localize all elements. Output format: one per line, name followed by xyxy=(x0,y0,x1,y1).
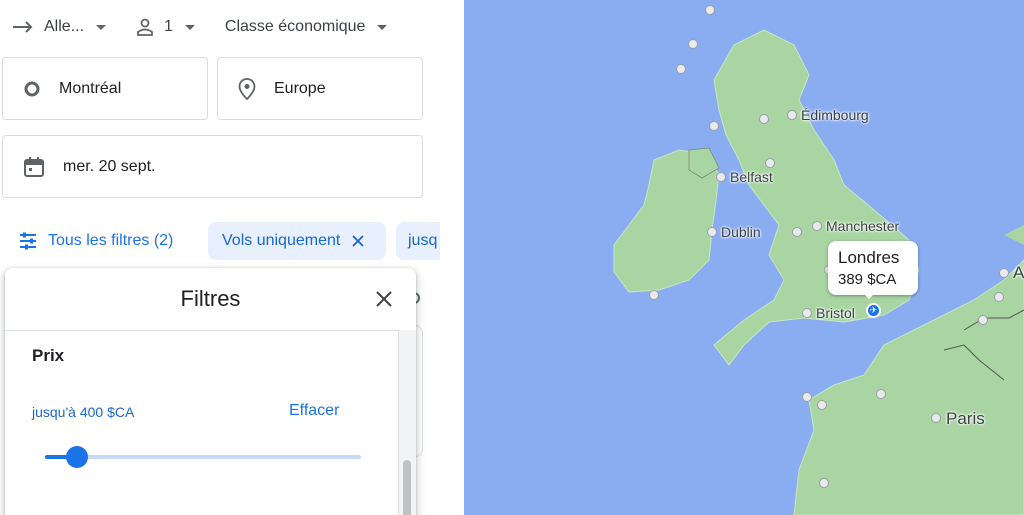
map-dot[interactable] xyxy=(994,292,1004,302)
city-dot-belfast[interactable] xyxy=(716,172,726,182)
map-dot[interactable] xyxy=(676,64,686,74)
passengers-count: 1 xyxy=(164,18,173,35)
city-label-manchester[interactable]: Manchester xyxy=(826,218,899,234)
close-icon[interactable] xyxy=(352,235,364,247)
price-bubble-london[interactable]: Londres 389 $CA xyxy=(828,241,918,295)
chip-price[interactable]: jusq xyxy=(396,222,440,260)
city-label-belfast[interactable]: Belfast xyxy=(730,169,773,185)
map-dot[interactable] xyxy=(792,227,802,237)
map-dot[interactable] xyxy=(705,5,715,15)
cabin-class-label: Classe économique xyxy=(224,18,366,35)
trip-type-select[interactable]: Alle... xyxy=(12,18,107,36)
map[interactable]: Édimbourg Belfast Dublin Manchester Bris… xyxy=(464,0,1024,515)
tune-icon xyxy=(18,232,38,250)
all-filters-button[interactable]: Tous les filtres (2) xyxy=(18,222,173,260)
chevron-down-icon xyxy=(184,24,195,30)
city-dot-manchester[interactable] xyxy=(812,221,822,231)
dialog-title: Filtres xyxy=(180,286,241,311)
date-field[interactable]: mer. 20 sept. xyxy=(2,135,423,198)
map-dot[interactable] xyxy=(978,315,988,325)
search-panel: Alle... 1 Classe économique Montréal Eur… xyxy=(0,0,440,515)
price-slider-thumb[interactable] xyxy=(65,446,88,468)
location-pin-icon xyxy=(238,77,256,100)
map-dot[interactable] xyxy=(876,389,886,399)
bubble-price: 389 $CA xyxy=(838,271,897,288)
circle-icon xyxy=(23,80,41,98)
filters-bar: Tous les filtres (2) Vols uniquement jus… xyxy=(0,222,440,260)
city-dot-dublin[interactable] xyxy=(707,227,717,237)
dialog-header: Filtres xyxy=(5,268,416,331)
bubble-tail xyxy=(863,293,875,299)
map-terrain xyxy=(613,29,1024,515)
chevron-down-icon xyxy=(96,24,107,30)
chip-label: jusq xyxy=(408,232,438,249)
destination-value: Europe xyxy=(274,79,326,97)
city-label-dublin[interactable]: Dublin xyxy=(721,224,761,240)
city-label-paris[interactable]: Paris xyxy=(946,409,985,429)
chip-label: Vols uniquement xyxy=(222,232,341,249)
map-dot[interactable] xyxy=(819,478,829,488)
origin-field[interactable]: Montréal xyxy=(2,57,208,120)
city-dot-bristol[interactable] xyxy=(802,308,812,318)
scrollbar-thumb[interactable] xyxy=(403,460,411,515)
city-dot-paris[interactable] xyxy=(931,413,941,423)
map-dot[interactable] xyxy=(759,114,769,124)
price-section-title: Prix xyxy=(32,346,65,365)
city-label-bristol[interactable]: Bristol xyxy=(816,305,855,321)
close-icon[interactable] xyxy=(374,289,394,309)
city-label-partial[interactable]: A xyxy=(1013,263,1024,283)
person-icon xyxy=(136,18,154,36)
cabin-class-select[interactable]: Classe économique xyxy=(225,18,388,36)
city-dot-edinburgh[interactable] xyxy=(787,110,797,120)
map-dot[interactable] xyxy=(802,392,812,402)
map-dot[interactable] xyxy=(999,268,1009,278)
search-options-row: Alle... 1 Classe économique xyxy=(12,12,417,42)
origin-value: Montréal xyxy=(59,79,122,97)
chip-flights-only[interactable]: Vols uniquement xyxy=(208,222,386,260)
calendar-icon xyxy=(23,156,45,178)
map-dot[interactable] xyxy=(688,39,698,49)
date-value: mer. 20 sept. xyxy=(63,157,156,175)
clear-button[interactable]: Effacer xyxy=(289,402,339,420)
filters-dialog: Filtres Prix jusqu'à 400 $CA Effacer xyxy=(5,268,416,515)
price-value-label: jusqu'à 400 $CA xyxy=(32,404,135,420)
map-dot[interactable] xyxy=(817,400,827,410)
city-label-edinburgh[interactable]: Édimbourg xyxy=(801,107,869,123)
map-dot[interactable] xyxy=(765,158,775,168)
airplane-icon[interactable]: ✈ xyxy=(866,303,881,318)
bubble-city: Londres xyxy=(838,248,900,267)
passengers-select[interactable]: 1 xyxy=(136,18,195,36)
chevron-down-icon xyxy=(377,24,388,30)
map-dot[interactable] xyxy=(709,121,719,131)
map-dot[interactable] xyxy=(649,290,659,300)
all-filters-label: Tous les filtres (2) xyxy=(48,232,174,249)
arrow-right-icon xyxy=(12,20,34,34)
price-slider-track[interactable] xyxy=(45,455,361,459)
destination-field[interactable]: Europe xyxy=(217,57,423,120)
trip-type-label: Alle... xyxy=(44,18,85,35)
